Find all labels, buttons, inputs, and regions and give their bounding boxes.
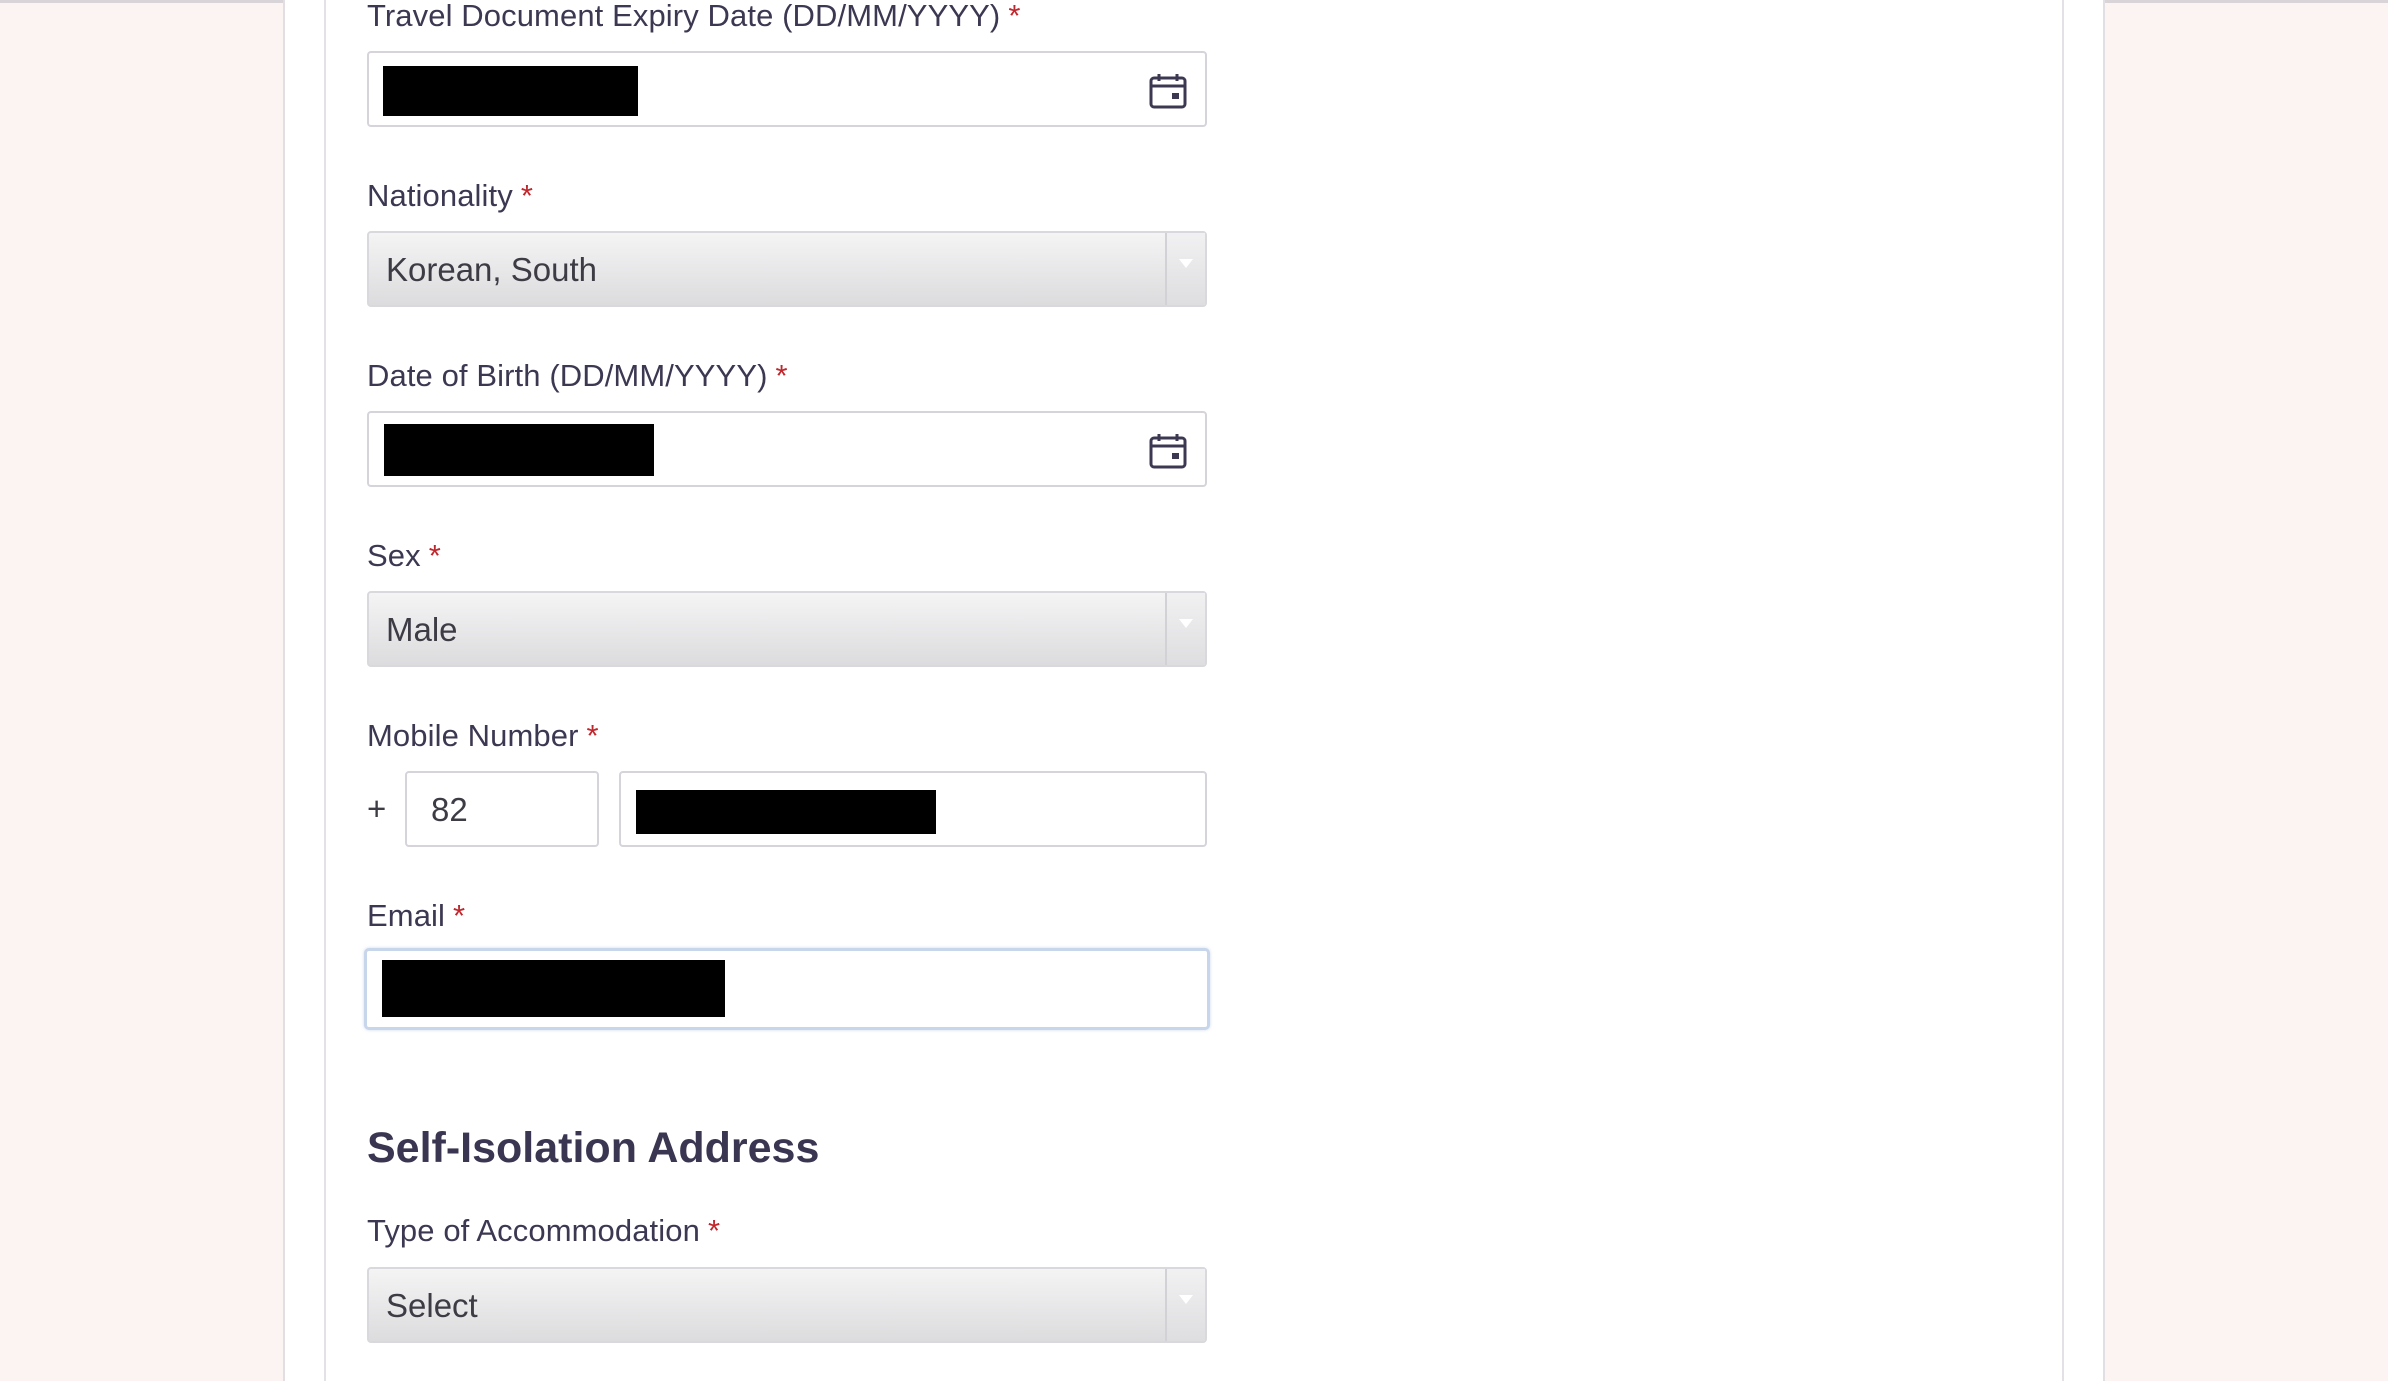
chevron-down-icon[interactable]	[1165, 593, 1205, 665]
required-marker: *	[775, 358, 788, 393]
required-marker: *	[586, 718, 599, 753]
calendar-icon[interactable]	[1149, 433, 1187, 469]
section-heading-self-isolation: Self-Isolation Address	[367, 1124, 820, 1172]
redacted-value	[383, 66, 638, 116]
redacted-value	[636, 790, 936, 834]
nationality-select[interactable]: Korean, South	[367, 231, 1207, 307]
mobile-number-label: Mobile Number *	[367, 718, 599, 753]
date-of-birth-label: Date of Birth (DD/MM/YYYY) *	[367, 358, 788, 393]
accommodation-type-selected-value: Select	[386, 1287, 478, 1324]
required-marker: *	[1008, 0, 1021, 33]
chevron-down-icon[interactable]	[1165, 233, 1205, 305]
accommodation-type-select[interactable]: Select	[367, 1267, 1207, 1343]
email-label: Email *	[367, 898, 466, 933]
phone-number-input[interactable]	[619, 771, 1207, 847]
nationality-label: Nationality *	[367, 178, 534, 213]
required-marker: *	[520, 178, 534, 213]
required-marker: *	[453, 898, 466, 933]
redacted-value	[382, 960, 725, 1017]
sex-select[interactable]: Male	[367, 591, 1207, 667]
accommodation-type-label: Type of Accommodation *	[367, 1213, 721, 1248]
calendar-icon[interactable]	[1149, 73, 1187, 109]
travel-doc-expiry-input[interactable]	[367, 51, 1207, 127]
plus-sign: +	[367, 790, 387, 827]
nationality-selected-value: Korean, South	[386, 251, 597, 288]
required-marker: *	[428, 538, 441, 573]
required-marker: *	[707, 1213, 721, 1248]
travel-doc-expiry-label: Travel Document Expiry Date (DD/MM/YYYY)…	[367, 0, 1021, 33]
form-panel	[324, 0, 2064, 1381]
email-input[interactable]	[364, 948, 1210, 1030]
sex-label: Sex *	[367, 538, 441, 573]
redacted-value	[384, 424, 654, 476]
chevron-down-icon[interactable]	[1165, 1269, 1205, 1341]
country-code-input[interactable]: 82	[405, 771, 599, 847]
country-code-value: 82	[431, 791, 468, 828]
date-of-birth-input[interactable]	[367, 411, 1207, 487]
sex-selected-value: Male	[386, 611, 458, 648]
page: Travel Document Expiry Date (DD/MM/YYYY)…	[0, 0, 2388, 1381]
